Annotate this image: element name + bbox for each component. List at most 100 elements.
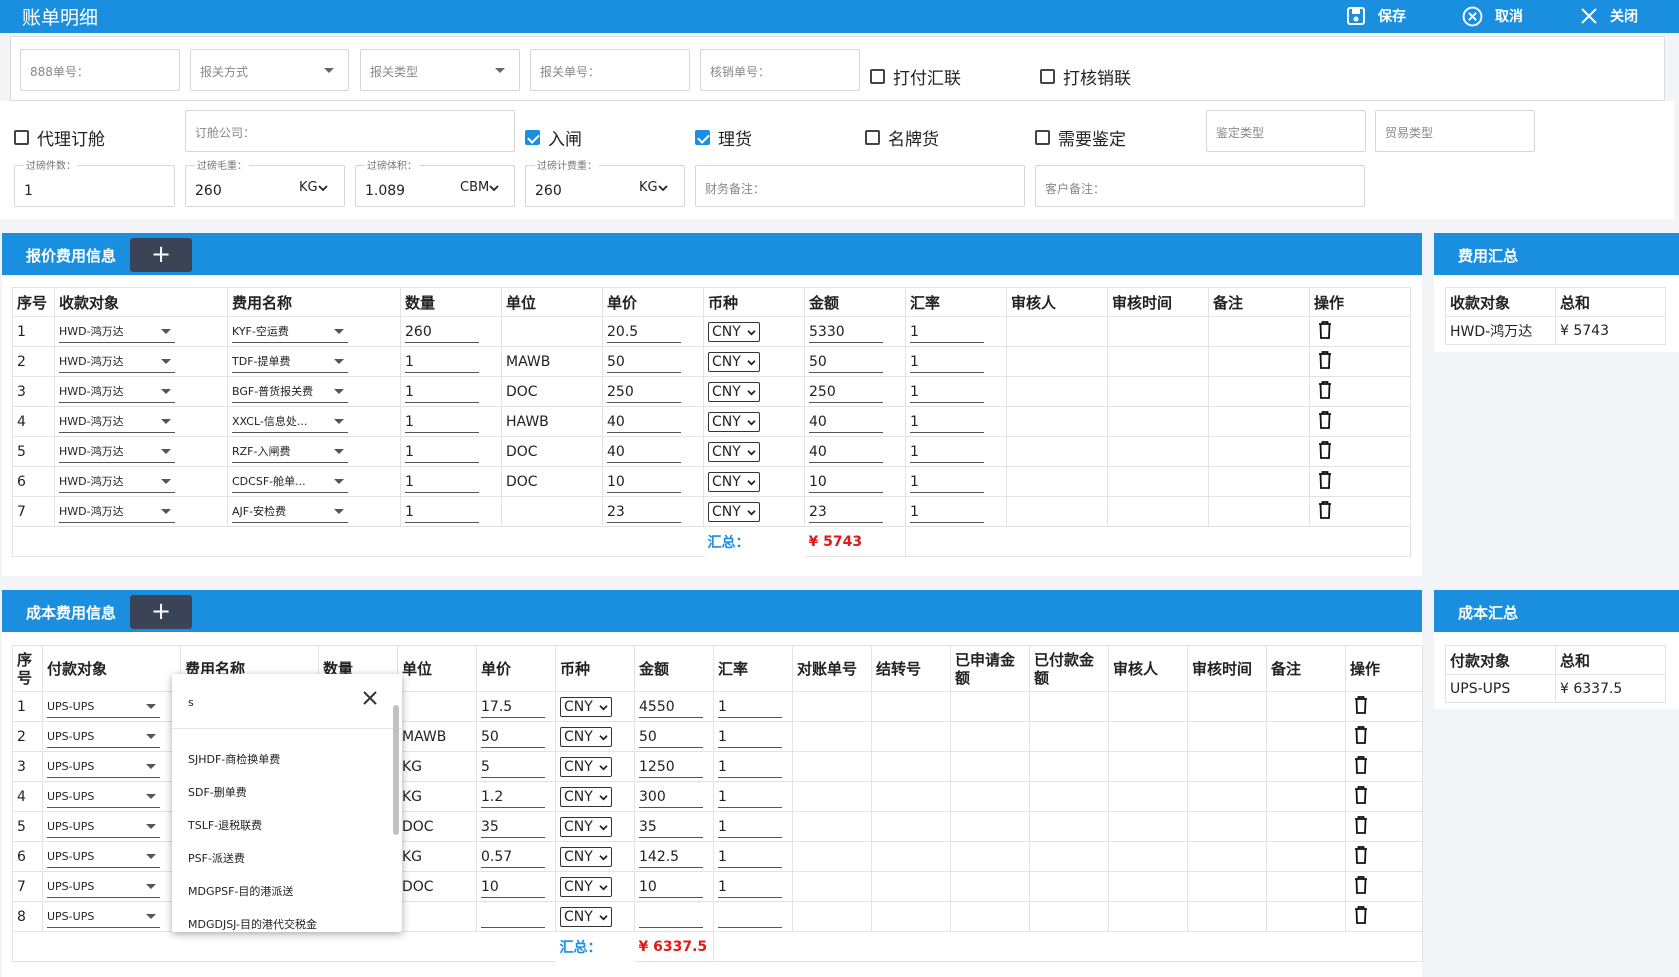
- currency-select[interactable]: CNY: [708, 441, 760, 462]
- finance-note-input[interactable]: 财务备注：: [695, 165, 1025, 207]
- unit-price-input[interactable]: 0.57: [481, 846, 545, 868]
- declare-no-input[interactable]: 报关单号：: [530, 49, 690, 91]
- fee-name-select[interactable]: CDCSF-舱单...: [232, 471, 348, 493]
- dropdown-option[interactable]: SJHDF-商检换单费: [188, 751, 280, 767]
- appraisal-type-input[interactable]: 鉴定类型: [1206, 110, 1366, 152]
- need-appraisal-checkbox[interactable]: 需要鉴定: [1035, 125, 1126, 150]
- exchange-rate-input[interactable]: 1: [718, 696, 782, 718]
- amount-input[interactable]: 50: [639, 726, 703, 748]
- unit-price-input[interactable]: 10: [481, 876, 545, 898]
- exchange-rate-input[interactable]: 1: [718, 876, 782, 898]
- declare-type-select[interactable]: 报关类型: [360, 49, 520, 91]
- unit-price-input[interactable]: 40: [607, 411, 681, 433]
- amount-input[interactable]: 40: [809, 441, 883, 463]
- delete-icon[interactable]: [1354, 755, 1368, 778]
- cargo-sort-checkbox[interactable]: 理货: [695, 125, 752, 150]
- brand-goods-checkbox[interactable]: 名牌货: [865, 125, 939, 150]
- currency-select[interactable]: CNY: [708, 321, 760, 342]
- payee-select[interactable]: HWD-鸿万达: [59, 351, 175, 373]
- payer-select[interactable]: UPS-UPS: [47, 846, 160, 868]
- amount-input[interactable]: 23: [809, 501, 883, 523]
- gate-in-checkbox[interactable]: 入闸: [525, 125, 582, 150]
- payer-select[interactable]: UPS-UPS: [47, 906, 160, 928]
- delete-icon[interactable]: [1354, 785, 1368, 808]
- volume-input[interactable]: 过磅体积： 1.089 CBM: [355, 157, 515, 207]
- cancel-button[interactable]: 取消: [1462, 4, 1523, 28]
- fee-name-select[interactable]: TDF-提单费: [232, 351, 348, 373]
- amount-input[interactable]: 50: [809, 351, 883, 373]
- exchange-rate-input[interactable]: 1: [718, 846, 782, 868]
- exchange-rate-input[interactable]: 1: [910, 381, 984, 403]
- delete-icon[interactable]: [1318, 410, 1332, 433]
- no888-input[interactable]: 888单号：: [20, 49, 180, 91]
- print-verify-checkbox[interactable]: 打核销联: [1040, 64, 1131, 89]
- unit-price-input[interactable]: 17.5: [481, 696, 545, 718]
- amount-input[interactable]: 300: [639, 786, 703, 808]
- payer-select[interactable]: UPS-UPS: [47, 876, 160, 898]
- payee-select[interactable]: HWD-鸿万达: [59, 411, 175, 433]
- currency-select[interactable]: CNY: [708, 411, 760, 432]
- quantity-input[interactable]: 1: [405, 381, 479, 403]
- amount-input[interactable]: [639, 906, 703, 928]
- payee-select[interactable]: HWD-鸿万达: [59, 471, 175, 493]
- currency-select[interactable]: CNY: [560, 876, 612, 897]
- delete-icon[interactable]: [1318, 470, 1332, 493]
- amount-input[interactable]: 250: [809, 381, 883, 403]
- unit-price-input[interactable]: 20.5: [607, 321, 681, 343]
- delete-icon[interactable]: [1318, 440, 1332, 463]
- payer-select[interactable]: UPS-UPS: [47, 696, 160, 718]
- delete-icon[interactable]: [1318, 350, 1332, 373]
- exchange-rate-input[interactable]: [718, 906, 782, 928]
- exchange-rate-input[interactable]: 1: [718, 726, 782, 748]
- booking-company-input[interactable]: 订舱公司：: [185, 110, 515, 152]
- charge-weight-unit-select[interactable]: KG: [639, 180, 668, 195]
- dropdown-option[interactable]: MDGPSF-目的港派送: [188, 883, 293, 899]
- fee-name-select[interactable]: BGF-普货报关费: [232, 381, 348, 403]
- fee-name-select[interactable]: AJF-安检费: [232, 501, 348, 523]
- payer-select[interactable]: UPS-UPS: [47, 786, 160, 808]
- gross-unit-select[interactable]: KG: [299, 180, 328, 195]
- amount-input[interactable]: 10: [809, 471, 883, 493]
- save-button[interactable]: 保存: [1346, 4, 1406, 28]
- dropdown-option[interactable]: SDF-删单费: [188, 784, 247, 800]
- delete-icon[interactable]: [1354, 695, 1368, 718]
- quantity-input[interactable]: 1: [405, 501, 479, 523]
- quantity-input[interactable]: 260: [405, 321, 479, 343]
- payee-select[interactable]: HWD-鸿万达: [59, 321, 175, 343]
- dropdown-option[interactable]: MDGDJSJ-目的港代交税金: [188, 916, 317, 932]
- delete-icon[interactable]: [1354, 845, 1368, 868]
- exchange-rate-input[interactable]: 1: [910, 351, 984, 373]
- delete-icon[interactable]: [1318, 500, 1332, 523]
- delete-icon[interactable]: [1354, 815, 1368, 838]
- unit-price-input[interactable]: 23: [607, 501, 681, 523]
- unit-price-input[interactable]: 5: [481, 756, 545, 778]
- customer-note-input[interactable]: 客户备注：: [1035, 165, 1365, 207]
- currency-select[interactable]: CNY: [560, 816, 612, 837]
- currency-select[interactable]: CNY: [708, 351, 760, 372]
- charge-weight-input[interactable]: 过磅计费重： 260 KG: [525, 157, 685, 207]
- delete-icon[interactable]: [1318, 380, 1332, 403]
- currency-select[interactable]: CNY: [708, 501, 760, 522]
- payer-select[interactable]: UPS-UPS: [47, 756, 160, 778]
- dropdown-search-input[interactable]: s: [188, 696, 194, 709]
- unit-price-input[interactable]: 40: [607, 441, 681, 463]
- amount-input[interactable]: 35: [639, 816, 703, 838]
- dropdown-scrollbar[interactable]: [393, 705, 399, 835]
- add-cost-fee-button[interactable]: +: [130, 595, 192, 629]
- exchange-rate-input[interactable]: 1: [718, 786, 782, 808]
- currency-select[interactable]: CNY: [708, 471, 760, 492]
- currency-select[interactable]: CNY: [708, 381, 760, 402]
- quantity-input[interactable]: 1: [405, 411, 479, 433]
- currency-select[interactable]: CNY: [560, 786, 612, 807]
- quantity-input[interactable]: 1: [405, 441, 479, 463]
- gross-weight-input[interactable]: 过磅毛重： 260 KG: [185, 157, 345, 207]
- exchange-rate-input[interactable]: 1: [910, 411, 984, 433]
- add-quote-fee-button[interactable]: +: [130, 238, 192, 272]
- exchange-rate-input[interactable]: 1: [910, 471, 984, 493]
- pieces-input[interactable]: 过磅件数： 1: [14, 157, 175, 207]
- unit-price-input[interactable]: 1.2: [481, 786, 545, 808]
- fee-name-select[interactable]: KYF-空运费: [232, 321, 348, 343]
- fee-name-select[interactable]: RZF-入闸费: [232, 441, 348, 463]
- exchange-rate-input[interactable]: 1: [910, 441, 984, 463]
- delete-icon[interactable]: [1318, 320, 1332, 343]
